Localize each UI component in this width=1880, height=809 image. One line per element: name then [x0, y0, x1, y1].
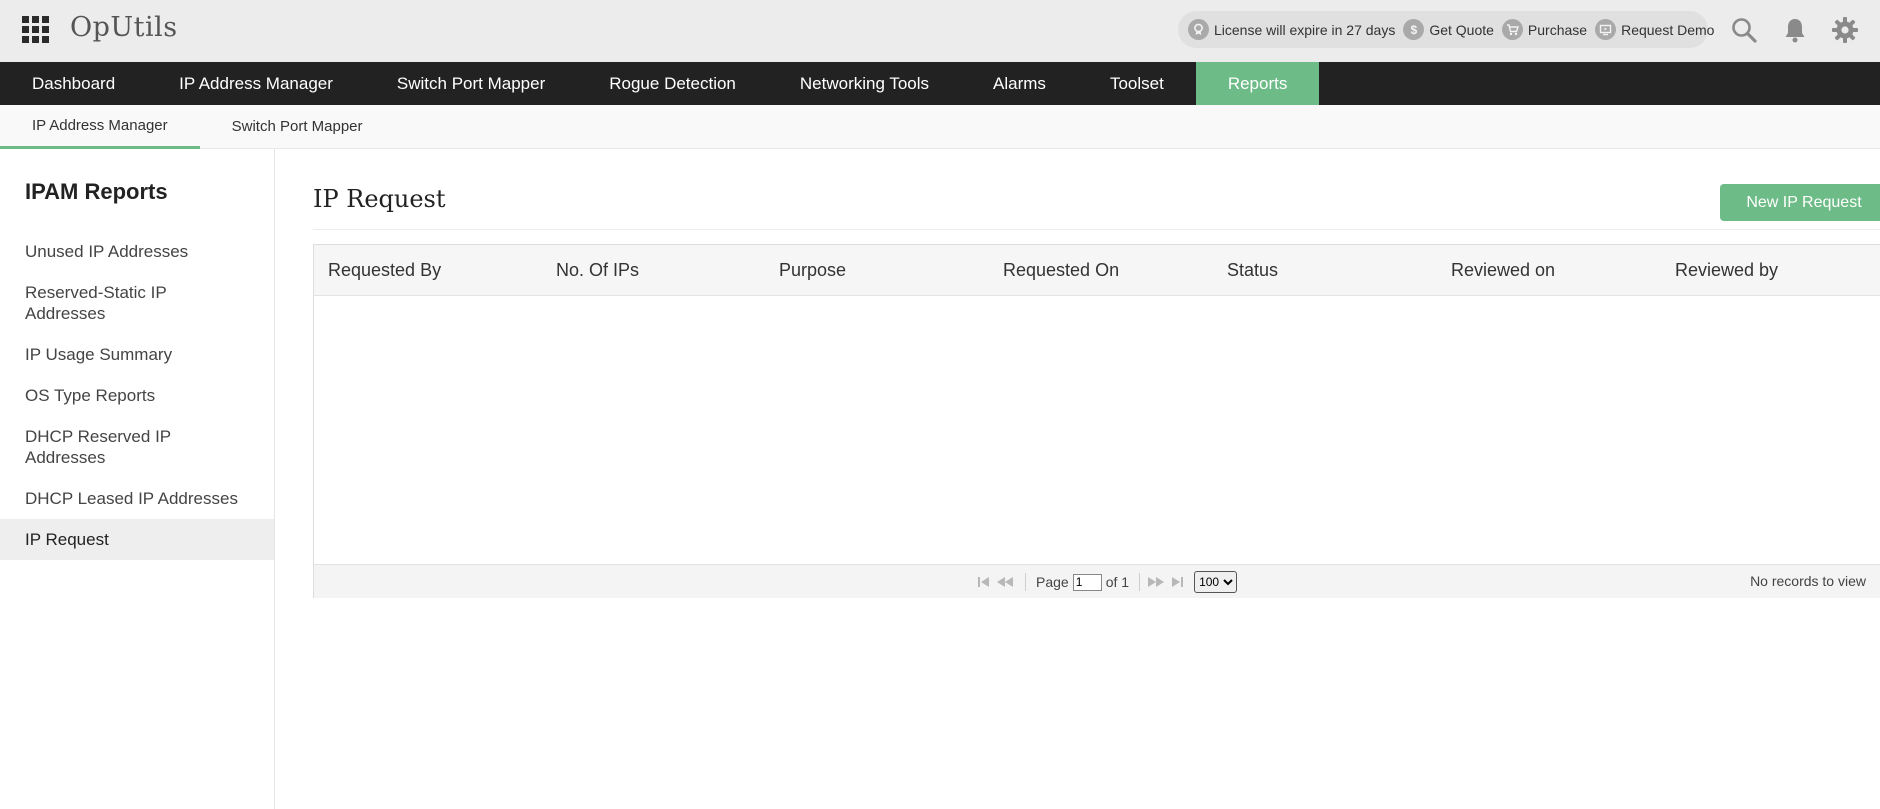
- reports-sidebar: IPAM Reports Unused IP Addresses Reserve…: [0, 149, 275, 809]
- nav-switch-port-mapper[interactable]: Switch Port Mapper: [365, 62, 577, 105]
- column-status[interactable]: Status: [1227, 245, 1278, 296]
- nav-networking-tools[interactable]: Networking Tools: [768, 62, 961, 105]
- search-icon[interactable]: [1729, 15, 1759, 45]
- column-no-of-ips[interactable]: No. Of IPs: [556, 245, 639, 296]
- nav-toolset[interactable]: Toolset: [1078, 62, 1196, 105]
- column-reviewed-on[interactable]: Reviewed on: [1451, 245, 1555, 296]
- app-logo[interactable]: OpUtils: [70, 12, 178, 43]
- main-content: IP Request New IP Request Requested By N…: [276, 149, 1880, 809]
- last-page-icon[interactable]: [1170, 575, 1184, 589]
- pagination: Page of 1 100: [977, 571, 1238, 593]
- purchase-link[interactable]: Purchase: [1501, 19, 1588, 40]
- request-demo-link[interactable]: Request Demo: [1595, 19, 1714, 40]
- column-requested-by[interactable]: Requested By: [328, 245, 441, 296]
- nav-reports[interactable]: Reports: [1195, 62, 1320, 105]
- gear-icon[interactable]: [1830, 15, 1860, 45]
- nav-alarms[interactable]: Alarms: [961, 62, 1078, 105]
- pager-divider: [1025, 573, 1026, 591]
- pager-divider: [1139, 573, 1141, 591]
- next-page-icon[interactable]: [1146, 575, 1166, 589]
- sidebar-item-ip-usage-summary[interactable]: IP Usage Summary: [0, 334, 274, 375]
- sidebar-item-os-type[interactable]: OS Type Reports: [0, 375, 274, 416]
- license-text: License will expire in 27 days: [1214, 21, 1396, 38]
- new-ip-request-button[interactable]: New IP Request: [1720, 184, 1880, 221]
- title-divider: [313, 229, 1880, 230]
- sub-nav: IP Address Manager Switch Port Mapper: [0, 105, 1880, 149]
- page-count: of 1: [1105, 574, 1130, 590]
- license-badge-icon: [1188, 19, 1209, 40]
- dollar-icon: $: [1403, 19, 1425, 40]
- request-demo-label: Request Demo: [1621, 21, 1715, 38]
- sidebar-item-dhcp-leased[interactable]: DHCP Leased IP Addresses: [0, 478, 274, 519]
- app-grid-icon[interactable]: [22, 16, 50, 44]
- sidebar-title: IPAM Reports: [25, 179, 168, 204]
- purchase-label: Purchase: [1527, 21, 1588, 38]
- first-page-icon[interactable]: [977, 575, 991, 589]
- page-title: IP Request: [313, 185, 446, 213]
- nav-dashboard[interactable]: Dashboard: [0, 62, 147, 105]
- sidebar-item-reserved-static[interactable]: Reserved-Static IP Addresses: [0, 272, 274, 334]
- nav-rogue-detection[interactable]: Rogue Detection: [577, 62, 768, 105]
- subtab-switch-port-mapper[interactable]: Switch Port Mapper: [200, 105, 395, 149]
- subtab-ip-address-manager[interactable]: IP Address Manager: [0, 105, 200, 149]
- column-purpose[interactable]: Purpose: [779, 245, 846, 296]
- top-header: OpUtils License will expire in 27 days $…: [0, 0, 1880, 62]
- prev-page-icon[interactable]: [995, 575, 1015, 589]
- sidebar-item-ip-request[interactable]: IP Request: [0, 519, 274, 560]
- sidebar-item-unused-ip[interactable]: Unused IP Addresses: [0, 231, 274, 272]
- main-nav: Dashboard IP Address Manager Switch Port…: [0, 62, 1880, 105]
- table-body: [314, 296, 1880, 564]
- nav-ip-address-manager[interactable]: IP Address Manager: [147, 62, 365, 105]
- column-reviewed-by[interactable]: Reviewed by: [1675, 245, 1778, 296]
- monitor-icon: [1595, 19, 1617, 40]
- column-requested-on[interactable]: Requested On: [1003, 245, 1119, 296]
- cart-icon: [1501, 19, 1523, 40]
- page-number-input[interactable]: [1072, 573, 1102, 591]
- get-quote-link[interactable]: $ Get Quote: [1403, 19, 1494, 40]
- bell-icon[interactable]: [1780, 15, 1810, 45]
- sidebar-list: Unused IP Addresses Reserved-Static IP A…: [0, 231, 274, 560]
- page-label: Page: [1036, 574, 1069, 590]
- page-size-select[interactable]: 100: [1194, 571, 1238, 593]
- empty-state-text: No records to view: [1750, 573, 1866, 589]
- sidebar-item-dhcp-reserved[interactable]: DHCP Reserved IP Addresses: [0, 416, 274, 478]
- ip-request-table: Requested By No. Of IPs Purpose Requeste…: [313, 244, 1880, 598]
- table-header: Requested By No. Of IPs Purpose Requeste…: [314, 245, 1880, 296]
- license-status: License will expire in 27 days: [1188, 19, 1395, 40]
- license-bar: License will expire in 27 days $ Get Quo…: [1178, 11, 1714, 48]
- table-footer: Page of 1 100 No records to view: [314, 564, 1880, 598]
- get-quote-label: Get Quote: [1429, 21, 1494, 38]
